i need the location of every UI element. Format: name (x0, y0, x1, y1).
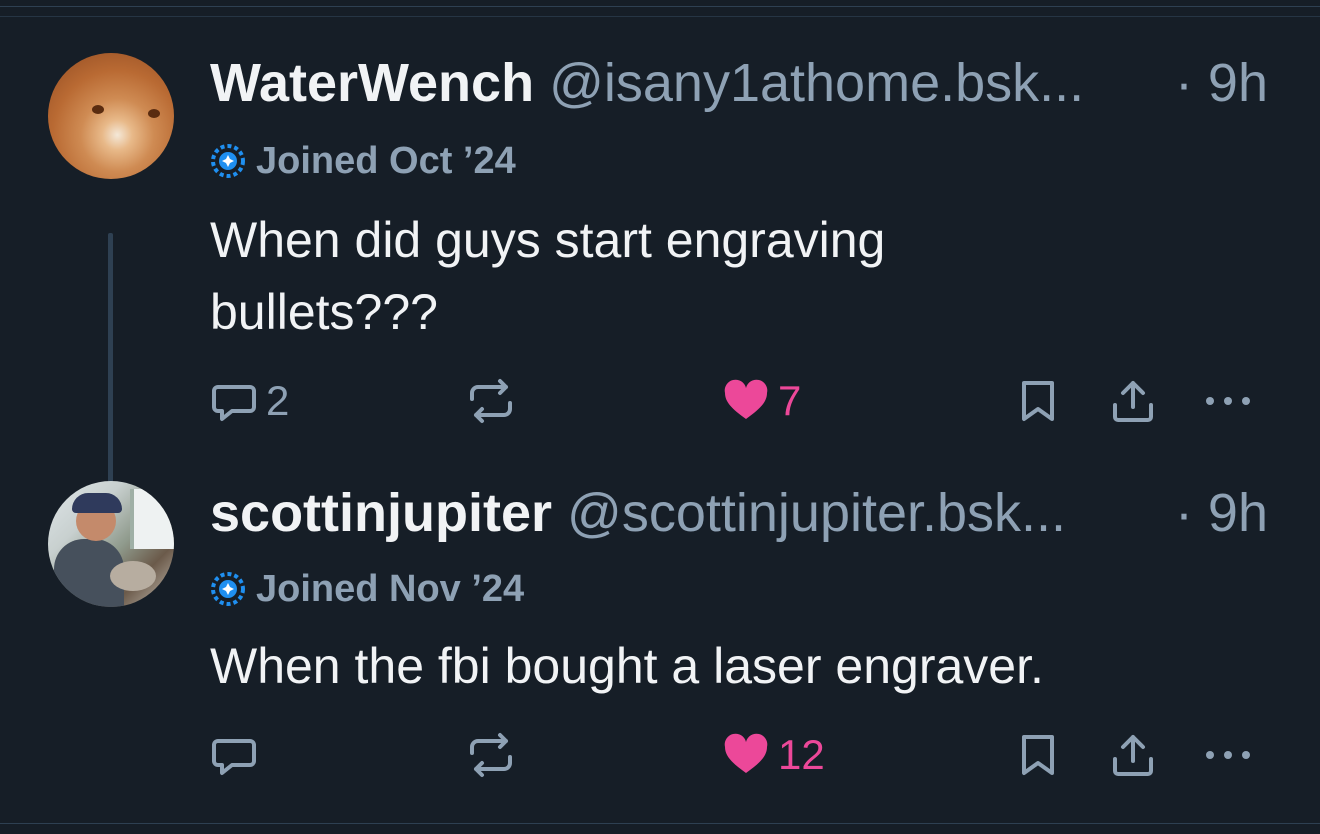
speech-bubble-icon (212, 739, 256, 775)
bookmark-icon (1022, 735, 1054, 775)
display-name[interactable]: WaterWench (210, 53, 534, 113)
display-name[interactable]: scottinjupiter (210, 483, 552, 543)
bookmark-icon (1022, 381, 1054, 421)
top-divider (0, 6, 1320, 7)
post-scottinjupiter[interactable]: scottinjupiter @scottinjupiter.bsk... · … (0, 470, 1320, 823)
more-options-button[interactable] (1202, 725, 1254, 785)
avatar-detail (92, 105, 104, 114)
joined-badge: Joined Oct ’24 (210, 139, 516, 183)
share-upload-icon (1113, 381, 1153, 422)
new-user-badge-icon (211, 144, 245, 178)
user-handle[interactable]: @scottinjupiter.bsk... (567, 483, 1066, 543)
heart-icon (724, 733, 768, 773)
reply-count: 2 (266, 377, 290, 424)
avatar-detail (130, 489, 174, 549)
post-actions: 12 (0, 725, 1320, 785)
share-button[interactable] (1110, 371, 1156, 431)
speech-bubble-icon (212, 385, 256, 421)
like-count: 12 (778, 731, 825, 778)
bookmark-button[interactable] (1016, 371, 1060, 431)
like-button[interactable]: 12 (722, 725, 825, 785)
ellipsis-icon (1206, 751, 1250, 759)
post-header: scottinjupiter @scottinjupiter.bsk... (210, 483, 1066, 543)
post-timestamp[interactable]: · 9h (1175, 53, 1268, 113)
more-options-button[interactable] (1202, 371, 1254, 431)
joined-text: Joined Oct ’24 (256, 139, 516, 182)
repost-button[interactable] (466, 725, 516, 785)
user-handle[interactable]: @isany1athome.bsk... (549, 53, 1084, 113)
avatar[interactable] (48, 53, 174, 179)
post-waterwench[interactable]: WaterWench @isany1athome.bsk... · 9h Joi… (0, 40, 1320, 507)
like-button[interactable]: 7 (722, 371, 801, 431)
heart-icon (724, 379, 768, 419)
repost-arrows-icon (470, 379, 512, 423)
ellipsis-icon (1206, 397, 1250, 405)
post-actions: 2 7 (0, 371, 1320, 431)
repost-arrows-icon (470, 733, 512, 777)
avatar[interactable] (48, 481, 174, 607)
joined-badge: Joined Nov ’24 (210, 567, 524, 611)
avatar-detail (110, 561, 156, 591)
share-upload-icon (1113, 735, 1153, 776)
reply-button[interactable] (210, 725, 266, 785)
top-divider-secondary (0, 16, 1320, 17)
repost-button[interactable] (466, 371, 516, 431)
avatar-detail (72, 493, 122, 513)
joined-text: Joined Nov ’24 (256, 567, 525, 610)
bookmark-button[interactable] (1016, 725, 1060, 785)
post-timestamp[interactable]: · 9h (1175, 483, 1268, 543)
post-text: When the fbi bought a laser engraver. (210, 638, 1044, 694)
bottom-divider (0, 823, 1320, 824)
new-user-badge-icon (211, 572, 245, 606)
avatar-detail (148, 109, 160, 118)
post-text: When did guys start engraving bullets??? (210, 212, 886, 340)
post-header: WaterWench @isany1athome.bsk... (210, 53, 1084, 113)
like-count: 7 (778, 377, 802, 424)
reply-button[interactable]: 2 (210, 371, 289, 431)
share-button[interactable] (1110, 725, 1156, 785)
thread-connector-line (108, 233, 113, 507)
